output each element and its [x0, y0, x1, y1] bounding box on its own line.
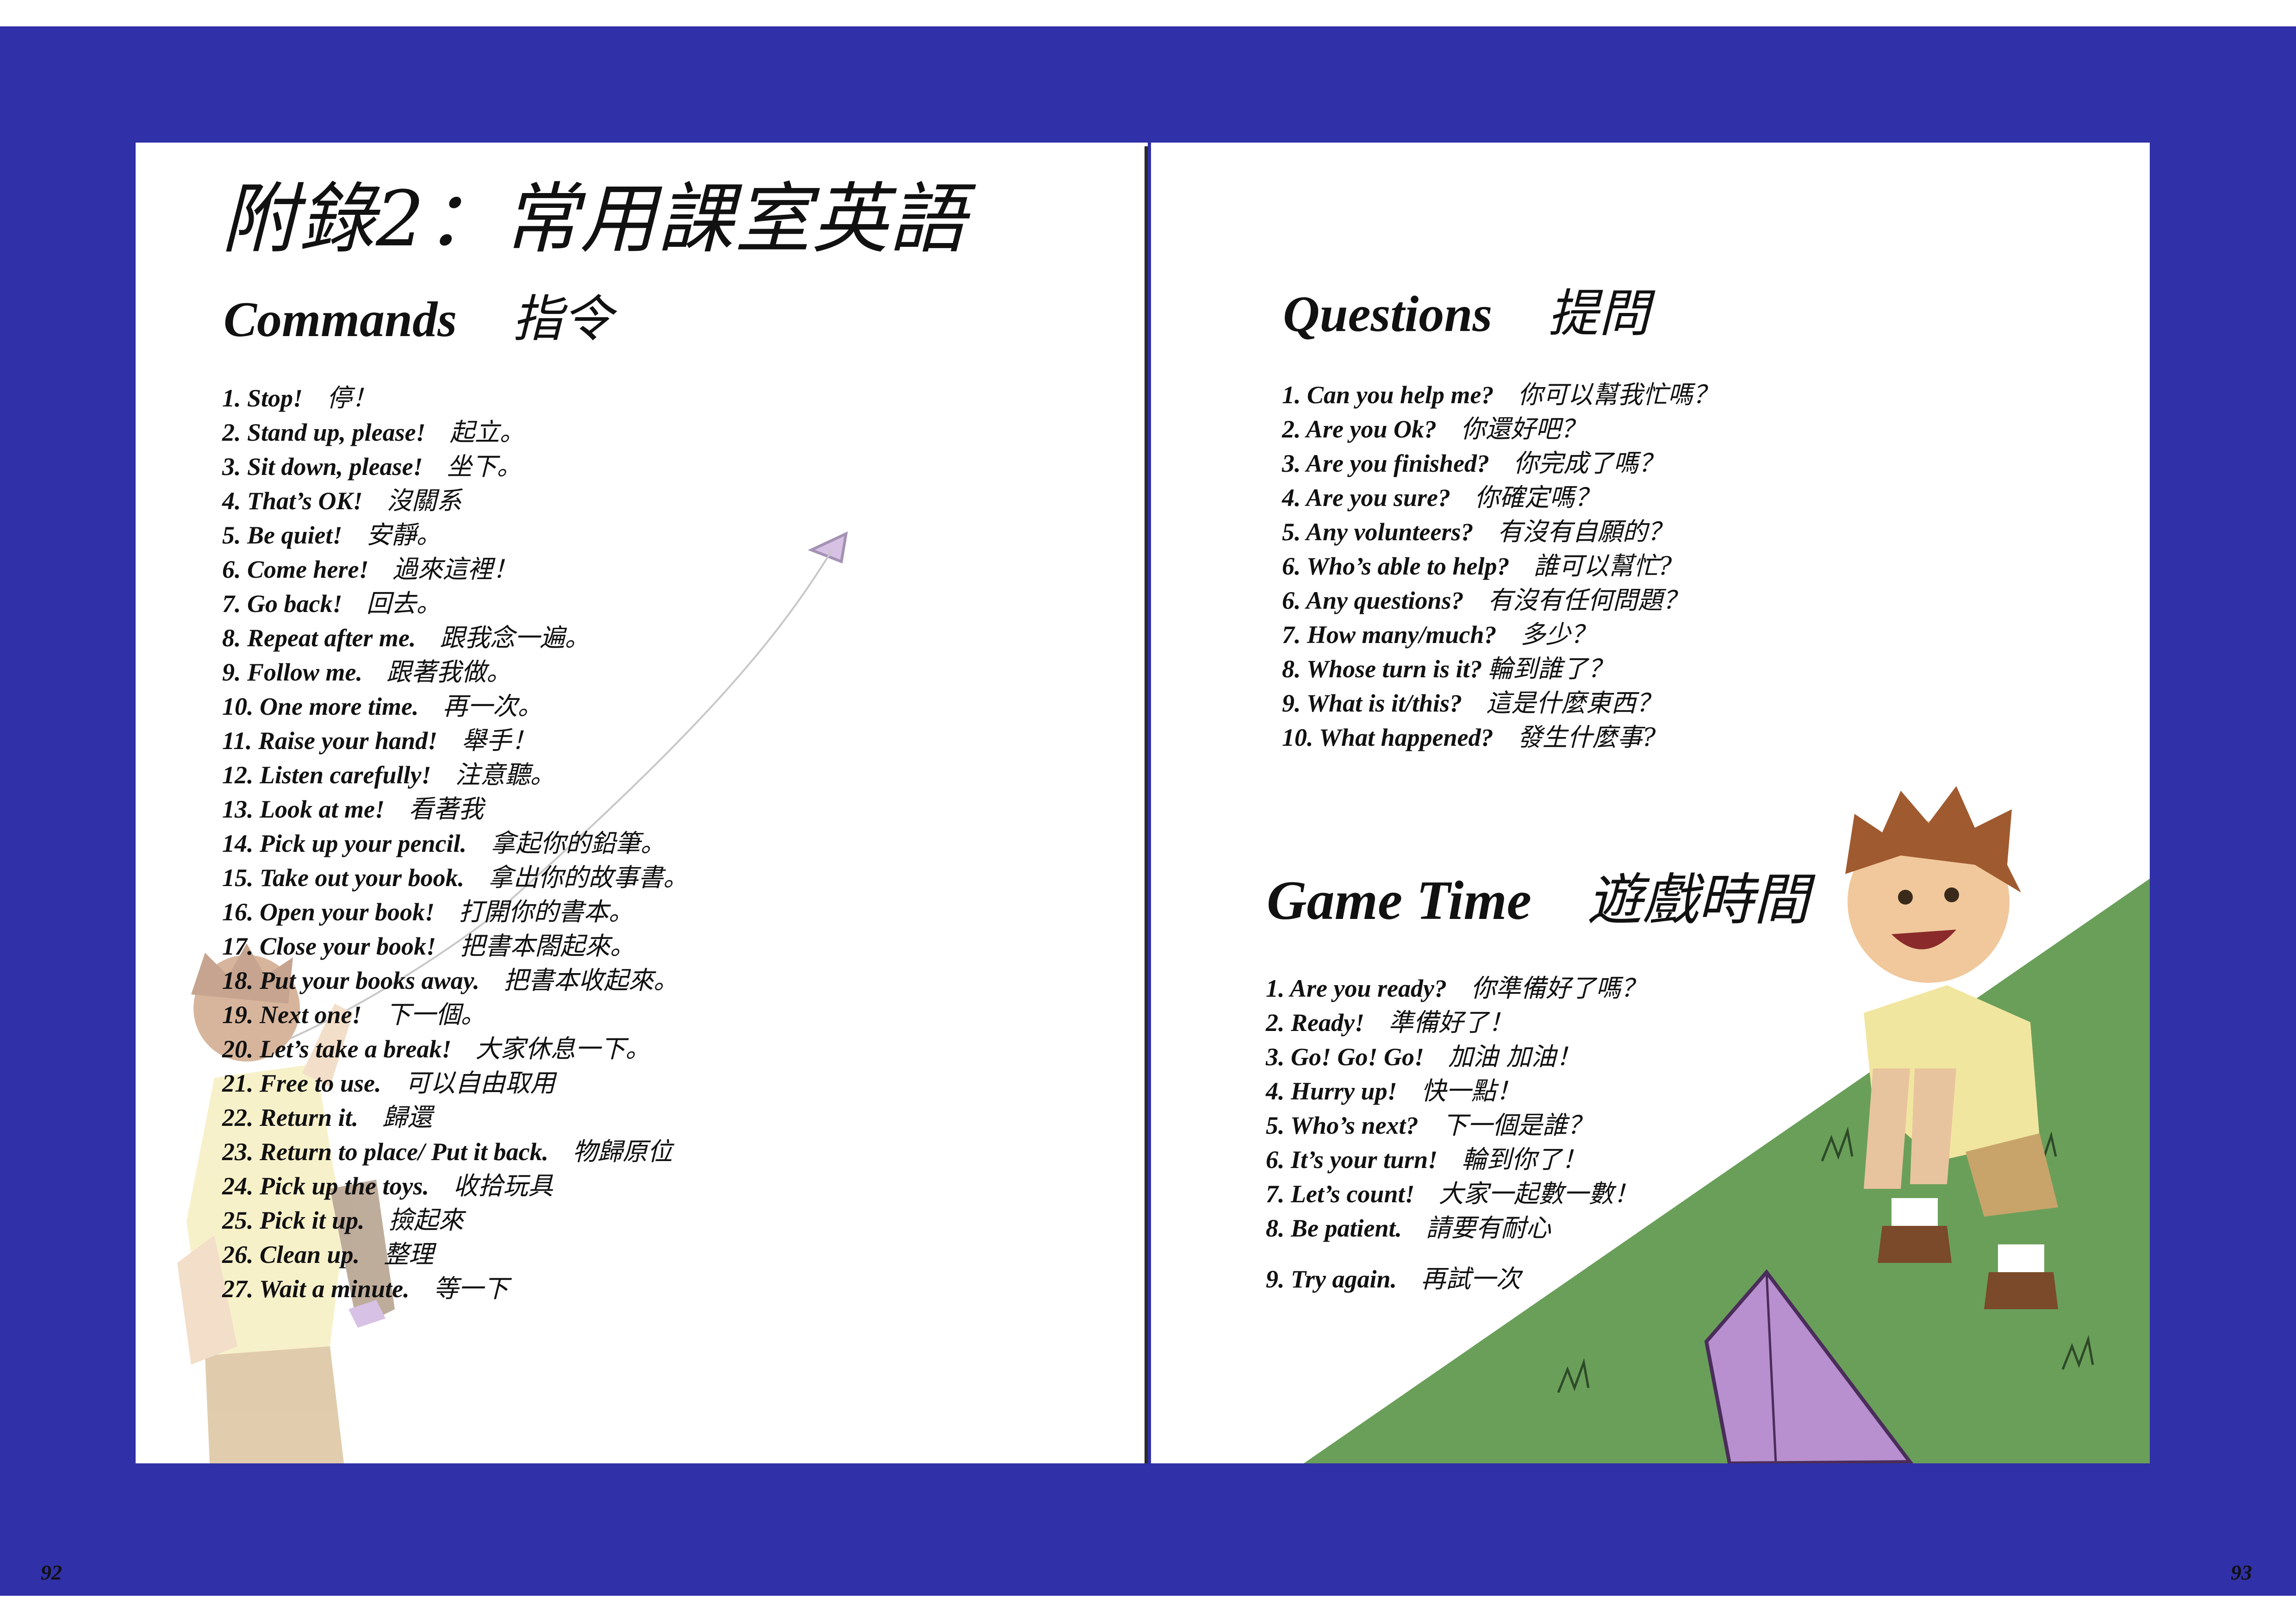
- list-item: 9. Try again. 再試一次: [1266, 1264, 1521, 1293]
- list-item: 15. Take out your book. 拿出你的故事書。: [222, 863, 689, 892]
- list-item: 2. Are you Ok? 你還好吧？: [1282, 414, 1586, 443]
- list-item: 21. Free to use. 可以自由取用: [222, 1068, 555, 1098]
- list-item: 20. Let’s take a break! 大家休息一下。: [222, 1034, 651, 1063]
- right-page: Questions 提問 1. Can you help me? 你可以幫我忙嗎？ …: [1151, 143, 2150, 1463]
- page-number-right: 93: [2231, 1561, 2252, 1584]
- list-item: 2. Ready! 準備好了！: [1266, 1008, 1513, 1037]
- list-item: 9. What is it/this? 這是什麼東西？: [1282, 688, 1661, 718]
- list-item: 18. Put your books away. 把書本收起來。: [222, 966, 679, 995]
- list-item: 6. Any questions? 有沒有任何問題？: [1282, 586, 1688, 615]
- list-item: 6. Who’s able to help? 誰可以幫忙?: [1282, 551, 1672, 581]
- section-title-zh: 遊戲時間: [1587, 868, 1810, 932]
- list-item: 3. Go! Go! Go! 加油 加油！: [1266, 1042, 1581, 1071]
- game-time-heading: Game Time 遊戲時間: [1267, 869, 1809, 931]
- list-item: 5. Who’s next? 下一個是誰？: [1266, 1111, 1593, 1140]
- list-item: 6. It’s your turn! 輪到你了！: [1266, 1145, 1587, 1174]
- list-item: 4. That’s OK! 沒關系: [222, 486, 462, 515]
- questions-heading: Questions 提問: [1283, 285, 1649, 342]
- list-item: 22. Return it. 歸還: [222, 1103, 433, 1132]
- list-item: 14. Pick up your pencil. 拿起你的鉛筆。: [222, 829, 666, 858]
- section-title-en: Game Time: [1267, 869, 1532, 931]
- list-item: 4. Are you sure? 你確定嗎？: [1282, 483, 1600, 512]
- book-spine: [1145, 146, 1148, 1463]
- list-item: 3. Are you finished? 你完成了嗎？: [1282, 449, 1664, 478]
- page-number-left: 92: [41, 1561, 62, 1584]
- list-item: 23. Return to place/ Put it back. 物歸原位: [222, 1137, 673, 1166]
- list-item: 13. Look at me! 看著我: [222, 794, 484, 824]
- list-item: 24. Pick up the toys. 收拾玩具: [222, 1171, 553, 1200]
- list-item: 10. What happened? 發生什麼事?: [1282, 723, 1656, 752]
- list-item: 3. Sit down, please! 坐下。: [222, 452, 522, 481]
- section-title-zh: 提問: [1548, 284, 1650, 343]
- list-item: 6. Come here! 過來這裡！: [222, 555, 518, 584]
- list-item: 7. How many/much? 多少？: [1282, 620, 1596, 649]
- questions-list: 1. Can you help me? 你可以幫我忙嗎？ 2. Are you O…: [1282, 378, 1718, 755]
- list-item: 8. Be patient. 請要有耐心: [1266, 1213, 1551, 1243]
- game-time-list: 1. Are you ready? 你準備好了嗎？ 2. Ready! 準備好了！ …: [1266, 971, 1646, 1296]
- list-item: 1. Are you ready? 你準備好了嗎？: [1266, 974, 1646, 1003]
- list-item: 8. Repeat after me. 跟我念一遍。: [222, 623, 590, 652]
- list-item: 7. Go back! 回去。: [222, 589, 442, 618]
- list-item: 1. Stop! 停！: [222, 383, 377, 412]
- list-item: 7. Let’s count! 大家一起數一數！: [1266, 1179, 1639, 1208]
- list-item: 9. Follow me. 跟著我做。: [222, 657, 512, 687]
- list-item: 27. Wait a minute. 等一下: [222, 1274, 509, 1303]
- list-item: 26. Clean up. 整理: [222, 1240, 434, 1269]
- appendix-title: 附錄2：常用課室英語: [221, 175, 966, 263]
- list-item: 19. Next one! 下一個。: [222, 1000, 486, 1029]
- section-title-zh: 指令: [512, 290, 613, 348]
- list-item: 4. Hurry up! 快一點！: [1266, 1076, 1521, 1106]
- list-item: 16. Open your book! 打開你的書本。: [222, 897, 634, 926]
- list-item: 25. Pick it up. 撿起來: [222, 1206, 464, 1235]
- list-item: 8. Whose turn is it? 輪到誰了？: [1282, 654, 1613, 683]
- list-item: 11. Raise your hand! 舉手！: [222, 726, 537, 755]
- list-item: 5. Any volunteers? 有沒有自願的？: [1282, 517, 1673, 546]
- section-title-en: Commands: [224, 292, 457, 347]
- section-title-en: Questions: [1283, 286, 1493, 342]
- list-item: 2. Stand up, please! 起立。: [222, 418, 525, 447]
- list-item: 17. Close your book! 把書本閤起來。: [222, 931, 635, 961]
- left-page: 附錄2：常用課室英語 Commands 指令 1. Stop! 停！ 2. Stan…: [136, 143, 1148, 1463]
- list-item: 10. One more time. 再一次。: [222, 692, 543, 721]
- list-item: 12. Listen carefully! 注意聽。: [222, 760, 555, 789]
- commands-list: 1. Stop! 停！ 2. Stand up, please! 起立。 3. Si…: [222, 381, 688, 1306]
- list-item: 5. Be quiet! 安靜。: [222, 520, 442, 550]
- commands-heading: Commands 指令: [224, 292, 612, 348]
- list-item: 1. Can you help me? 你可以幫我忙嗎？: [1282, 380, 1718, 409]
